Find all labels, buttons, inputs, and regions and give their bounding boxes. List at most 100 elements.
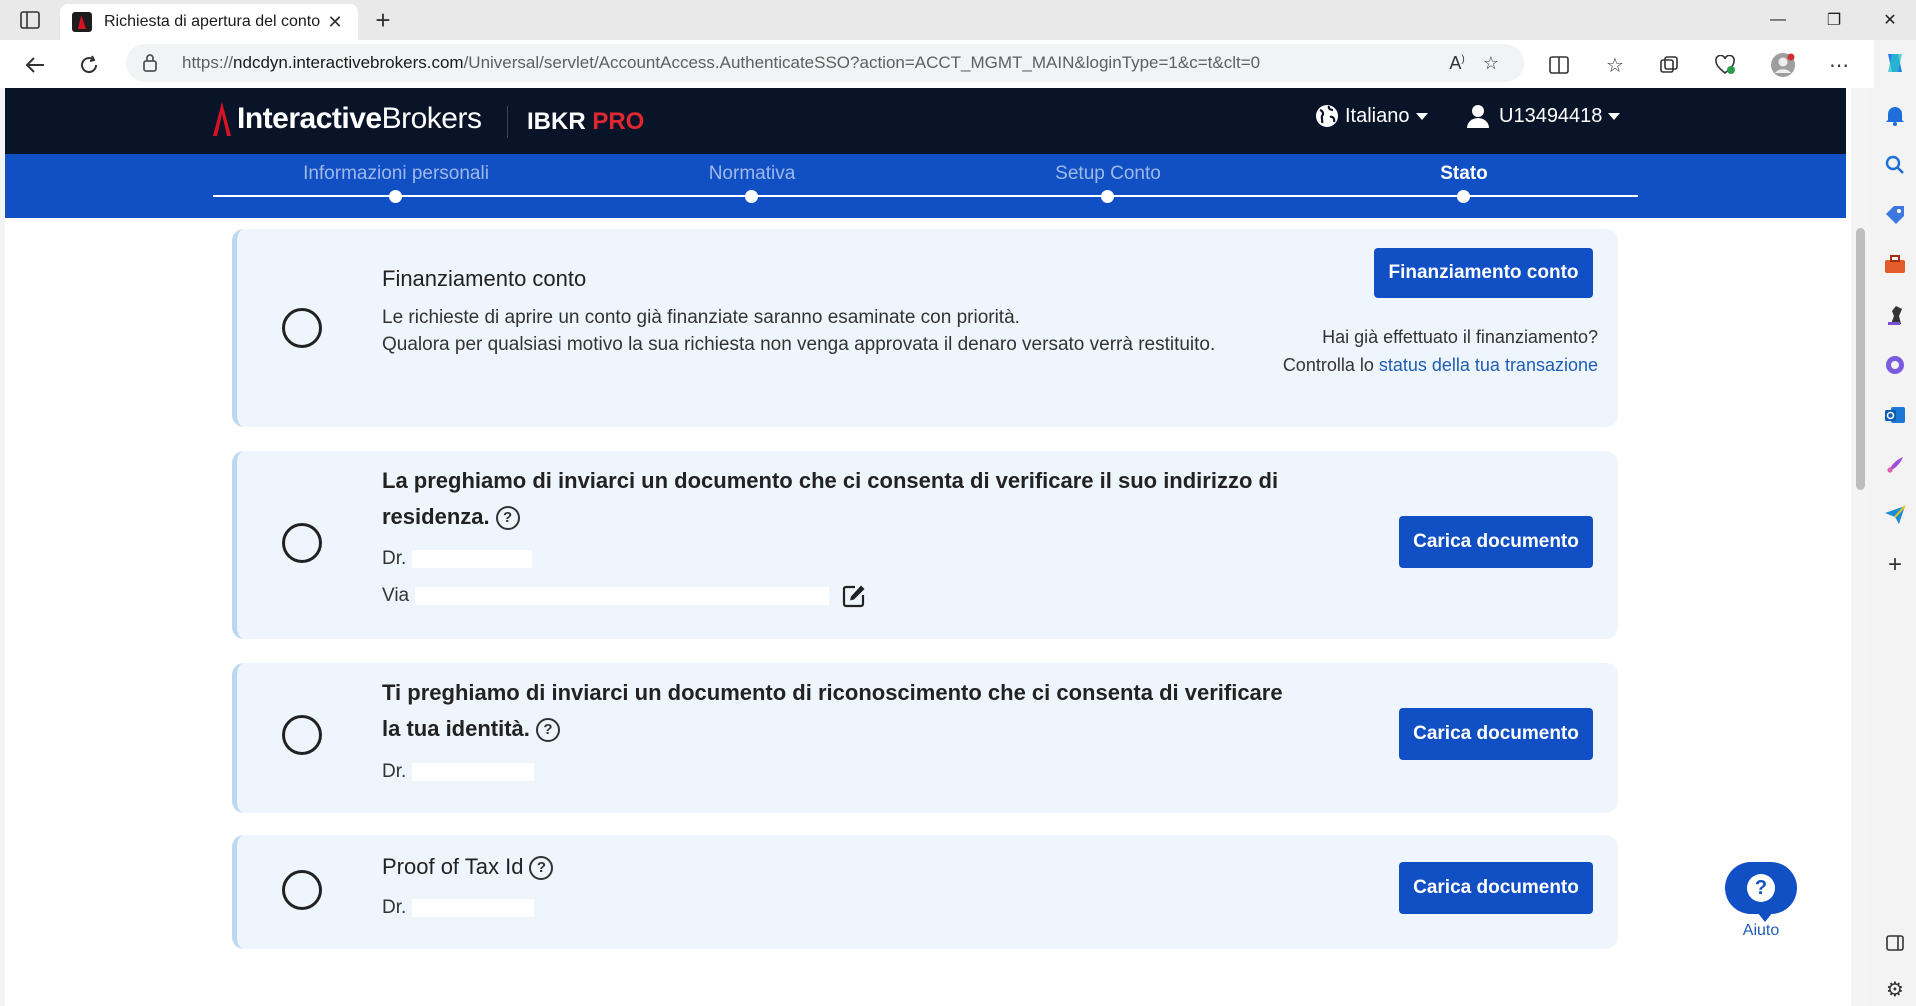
card-title: Finanziamento conto [382, 266, 587, 291]
new-tab-button[interactable]: + [368, 6, 398, 36]
ibkr-pro-label: IBKR PRO [527, 108, 645, 135]
step-dot [745, 190, 758, 203]
task-status-circle-icon [282, 308, 322, 348]
read-aloud-icon[interactable]: A) [1440, 53, 1474, 74]
edge-sidebar: + ⚙ [1874, 40, 1916, 1006]
more-options-icon[interactable]: ⋯ [1822, 48, 1856, 82]
ib-flame-icon [213, 102, 231, 136]
browser-essentials-icon[interactable] [1708, 48, 1742, 82]
tab-title: Richiesta di apertura del conto [104, 13, 321, 30]
designer-icon[interactable] [1880, 450, 1910, 480]
chat-bubble-icon: ? [1725, 862, 1797, 922]
task-status-circle-icon [282, 715, 322, 755]
applicant-name: Dr. [382, 761, 535, 783]
browser-tab-active[interactable]: Richiesta di apertura del conto ✕ [60, 4, 358, 40]
step-personal-info[interactable]: Informazioni personali [231, 154, 561, 218]
step-dot [1457, 190, 1470, 203]
back-button[interactable] [18, 48, 52, 82]
redacted-address [415, 587, 830, 605]
logo-text-light: Brokers [381, 102, 482, 135]
help-question-icon[interactable]: ? [495, 506, 520, 531]
step-status[interactable]: Stato [1299, 154, 1629, 218]
profile-avatar[interactable] [1766, 48, 1800, 82]
fund-account-button[interactable]: Finanziamento conto [1374, 248, 1593, 298]
tools-briefcase-icon[interactable] [1880, 250, 1910, 280]
interactive-brokers-logo[interactable]: InteractiveBrokers [213, 102, 482, 136]
card-description-line2: Qualora per qualsiasi motivo la sua rich… [382, 334, 1216, 355]
microsoft-365-icon[interactable] [1880, 350, 1910, 380]
help-chat-button[interactable]: ? Aiuto [1725, 862, 1797, 939]
redacted-name [412, 898, 535, 917]
refresh-button[interactable] [72, 48, 106, 82]
ibkr-favicon-icon [72, 12, 92, 32]
residence-address: Via [382, 584, 866, 608]
upload-tax-document-button[interactable]: Carica documento [1399, 862, 1593, 914]
split-screen-icon[interactable] [1542, 48, 1576, 82]
favorite-star-icon[interactable]: ☆ [1474, 53, 1508, 74]
task-status-circle-icon [282, 523, 322, 563]
favorites-icon[interactable]: ☆ [1598, 48, 1632, 82]
page-scrollbar[interactable] [1851, 88, 1869, 1006]
browser-toolbar: https://ndcdyn.interactivebrokers.com/Un… [0, 40, 1916, 88]
sidebar-toggle-icon[interactable] [1880, 928, 1910, 958]
help-label: Aiuto [1742, 922, 1780, 939]
globe-icon [1316, 105, 1338, 127]
search-icon[interactable] [1880, 150, 1910, 180]
address-bar[interactable]: https://ndcdyn.interactivebrokers.com/Un… [126, 44, 1524, 82]
page-viewport: InteractiveBrokers IBKR PRO Italiano U13… [5, 88, 1869, 1006]
chevron-down-icon [1415, 112, 1428, 120]
games-chess-icon[interactable] [1880, 300, 1910, 330]
chevron-down-icon [1608, 112, 1621, 120]
upload-address-document-button[interactable]: Carica documento [1399, 516, 1593, 568]
language-label: Italiano [1345, 104, 1410, 127]
step-dot [389, 190, 402, 203]
address-proof-card: La preghiamo di inviarci un documento ch… [232, 451, 1618, 639]
browser-tab-strip: Richiesta di apertura del conto ✕ + — ❐ … [0, 0, 1916, 40]
card-title-line2: residenza.? [382, 499, 520, 535]
card-title: Proof of Tax Id? [382, 849, 554, 885]
send-paper-plane-icon[interactable] [1880, 500, 1910, 530]
step-account-setup[interactable]: Setup Conto [943, 154, 1273, 218]
card-title-line2: la tua identità.? [382, 711, 560, 747]
user-account-menu[interactable]: U13494418 [1467, 104, 1621, 128]
notifications-bell-icon[interactable] [1880, 100, 1910, 130]
settings-gear-icon[interactable]: ⚙ [1880, 974, 1910, 1004]
close-tab-icon[interactable]: ✕ [324, 12, 346, 33]
help-question-icon[interactable]: ? [535, 718, 560, 743]
tax-id-proof-card: Proof of Tax Id? Dr. Carica documento [232, 835, 1618, 949]
progress-stepper: Informazioni personali Normativa Setup C… [5, 154, 1846, 218]
close-window-button[interactable]: ✕ [1862, 0, 1916, 40]
edit-pencil-icon[interactable] [842, 584, 866, 608]
url-text[interactable]: https://ndcdyn.interactivebrokers.com/Un… [182, 53, 1440, 73]
card-title-line1: Ti preghiamo di inviarci un documento di… [382, 680, 1283, 705]
upload-identity-document-button[interactable]: Carica documento [1399, 708, 1593, 760]
copilot-icon[interactable] [1880, 48, 1910, 78]
header-divider [507, 106, 508, 138]
restore-window-button[interactable]: ❐ [1806, 0, 1862, 40]
outlook-icon[interactable] [1880, 400, 1910, 430]
redacted-name [412, 549, 533, 568]
account-id: U13494418 [1499, 104, 1603, 127]
minimize-window-button[interactable]: — [1750, 0, 1806, 40]
applicant-name: Dr. [382, 897, 535, 919]
tab-actions-icon[interactable] [14, 8, 46, 32]
redacted-name [412, 762, 535, 781]
lock-icon[interactable] [142, 53, 168, 73]
step-regulatory[interactable]: Normativa [587, 154, 917, 218]
step-dot [1101, 190, 1114, 203]
add-sidebar-app-icon[interactable]: + [1880, 550, 1910, 580]
site-header: InteractiveBrokers IBKR PRO Italiano U13… [5, 88, 1846, 154]
card-description-line1: Le richieste di aprire un conto già fina… [382, 307, 1020, 328]
funding-status-note: Hai già effettuato il finanziamento? Con… [1282, 327, 1598, 375]
collections-icon[interactable] [1652, 48, 1686, 82]
shopping-tag-icon[interactable] [1880, 200, 1910, 230]
language-selector[interactable]: Italiano [1315, 104, 1428, 128]
help-question-icon[interactable]: ? [529, 856, 554, 881]
task-status-circle-icon [282, 870, 322, 910]
applicant-name: Dr. [382, 548, 533, 570]
card-title-line1: La preghiamo di inviarci un documento ch… [382, 468, 1279, 493]
scrollbar-thumb[interactable] [1856, 228, 1865, 490]
transaction-status-link[interactable]: status della tua transazione [1379, 355, 1598, 375]
user-icon [1467, 105, 1489, 128]
funding-task-card: Finanziamento conto Le richieste di apri… [232, 229, 1618, 427]
